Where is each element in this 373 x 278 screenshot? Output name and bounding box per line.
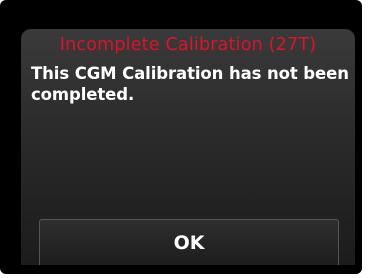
alert-dialog: Incomplete Calibration (27T) This CGM Ca… — [21, 29, 355, 265]
ok-button[interactable]: OK — [39, 219, 339, 265]
screen: Incomplete Calibration (27T) This CGM Ca… — [0, 0, 362, 274]
device-frame: Incomplete Calibration (27T) This CGM Ca… — [0, 0, 373, 278]
alert-message: This CGM Calibration has not been comple… — [31, 64, 349, 104]
alert-title: Incomplete Calibration (27T) — [59, 35, 317, 55]
ok-button-label: OK — [173, 232, 205, 254]
device-edge — [366, 238, 373, 264]
